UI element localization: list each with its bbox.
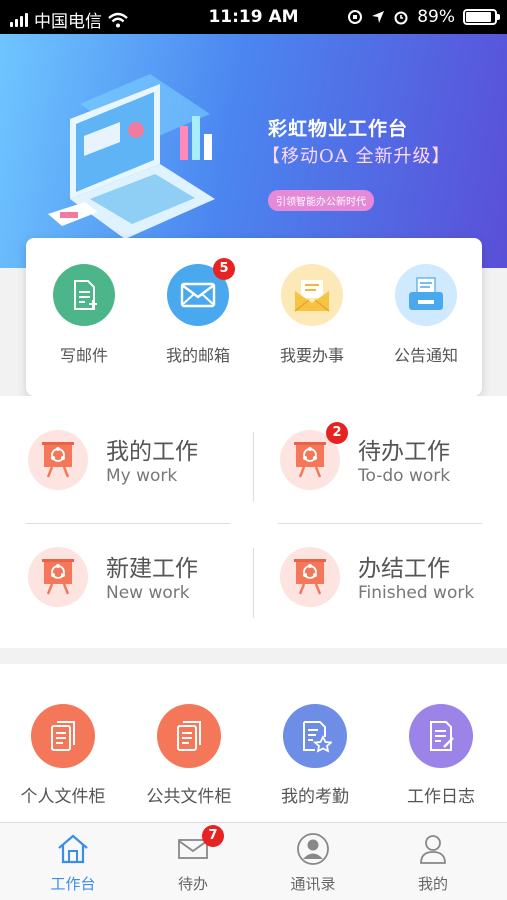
rotation-lock-icon xyxy=(348,10,363,24)
worklog-icon xyxy=(409,704,473,768)
tab-profile[interactable]: 我的 xyxy=(370,831,496,894)
work-item-subtitle: New work xyxy=(106,583,190,603)
tab-contacts[interactable]: 通讯录 xyxy=(250,831,376,894)
tool-attendance[interactable]: 我的考勤 xyxy=(252,704,378,807)
quick-actions-card: 写邮件 5 我的邮箱 我要办事 公告通知 xyxy=(26,238,482,396)
quick-action-notice[interactable]: 公告通知 xyxy=(376,264,476,366)
attendance-icon xyxy=(283,704,347,768)
todo-tab-badge: 7 xyxy=(202,825,224,847)
tool-label: 个人文件柜 xyxy=(20,787,106,807)
mailbox-icon: 5 xyxy=(167,258,235,326)
compose-mail-icon xyxy=(53,264,115,326)
tab-label: 我的 xyxy=(417,875,448,893)
location-icon xyxy=(372,11,385,23)
quick-action-label: 我的邮箱 xyxy=(165,346,230,365)
status-bar: 中国电信 11:19 AM 89% xyxy=(0,0,507,34)
banner-tag: 引领智能办公新时代 xyxy=(268,190,374,211)
quick-action-compose[interactable]: 写邮件 xyxy=(34,264,134,366)
work-item-subtitle: Finished work xyxy=(358,583,475,603)
contacts-icon xyxy=(250,831,376,867)
divider xyxy=(26,523,230,524)
home-icon xyxy=(10,831,136,867)
laptop-illustration xyxy=(48,74,215,239)
work-item-subtitle: To-do work xyxy=(358,466,451,486)
tool-label: 公共文件柜 xyxy=(146,787,232,807)
tab-label: 待办 xyxy=(177,875,208,893)
mailbox-badge: 5 xyxy=(213,258,235,280)
tool-worklog[interactable]: 工作日志 xyxy=(378,704,504,807)
presentation-board-icon xyxy=(280,547,340,607)
divider xyxy=(253,432,254,502)
notice-printer-icon xyxy=(395,264,457,326)
quick-action-mailbox[interactable]: 5 我的邮箱 xyxy=(148,258,248,366)
profile-icon xyxy=(370,831,496,867)
tool-label: 我的考勤 xyxy=(281,787,349,807)
alarm-icon xyxy=(394,11,408,25)
mail-icon: 7 xyxy=(130,825,256,867)
tool-public-files[interactable]: 公共文件柜 xyxy=(126,704,252,807)
battery-percent: 89% xyxy=(417,7,455,27)
work-item-title: 办结工作 xyxy=(358,556,450,582)
work-item-title: 待办工作 xyxy=(358,439,450,465)
promo-banner[interactable]: 彩虹物业工作台 【移动OA 全新升级】 引领智能办公新时代 xyxy=(0,34,507,268)
tab-todo[interactable]: 7 待办 xyxy=(130,825,256,894)
quick-action-tasks[interactable]: 我要办事 xyxy=(262,264,362,366)
work-item-my-work[interactable]: 我的工作 My work xyxy=(0,414,240,504)
presentation-board-icon xyxy=(28,430,88,490)
document-icon xyxy=(157,704,221,768)
work-item-finished[interactable]: 办结工作 Finished work xyxy=(252,531,492,621)
battery-icon xyxy=(463,9,500,25)
banner-subtitle: 【移动OA 全新升级】 xyxy=(262,146,451,167)
work-item-title: 新建工作 xyxy=(106,556,198,582)
banner-title: 彩虹物业工作台 xyxy=(268,118,409,140)
work-item-new-work[interactable]: 新建工作 New work xyxy=(0,531,240,621)
quick-action-label: 我要办事 xyxy=(279,346,344,365)
work-item-title: 我的工作 xyxy=(106,439,198,465)
tab-workbench[interactable]: 工作台 xyxy=(10,831,136,894)
tab-label: 工作台 xyxy=(50,875,96,893)
divider xyxy=(278,523,482,524)
divider xyxy=(253,548,254,618)
work-item-subtitle: My work xyxy=(106,466,178,486)
work-grid: 我的工作 My work 2 待办工作 To-do work 新建工作 New … xyxy=(0,396,507,648)
presentation-board-icon xyxy=(28,547,88,607)
document-icon xyxy=(31,704,95,768)
work-item-todo[interactable]: 2 待办工作 To-do work xyxy=(252,414,492,504)
quick-action-label: 写邮件 xyxy=(59,346,108,365)
tool-personal-files[interactable]: 个人文件柜 xyxy=(0,704,126,807)
open-envelope-icon xyxy=(281,264,343,326)
todo-badge: 2 xyxy=(326,422,348,444)
tab-bar: 工作台 7 待办 通讯录 我的 xyxy=(0,822,507,900)
tool-label: 工作日志 xyxy=(407,787,475,807)
quick-action-label: 公告通知 xyxy=(393,346,458,365)
tab-label: 通讯录 xyxy=(290,875,336,893)
tools-section: 个人文件柜 公共文件柜 我的考勤 工作日志 xyxy=(0,664,507,822)
